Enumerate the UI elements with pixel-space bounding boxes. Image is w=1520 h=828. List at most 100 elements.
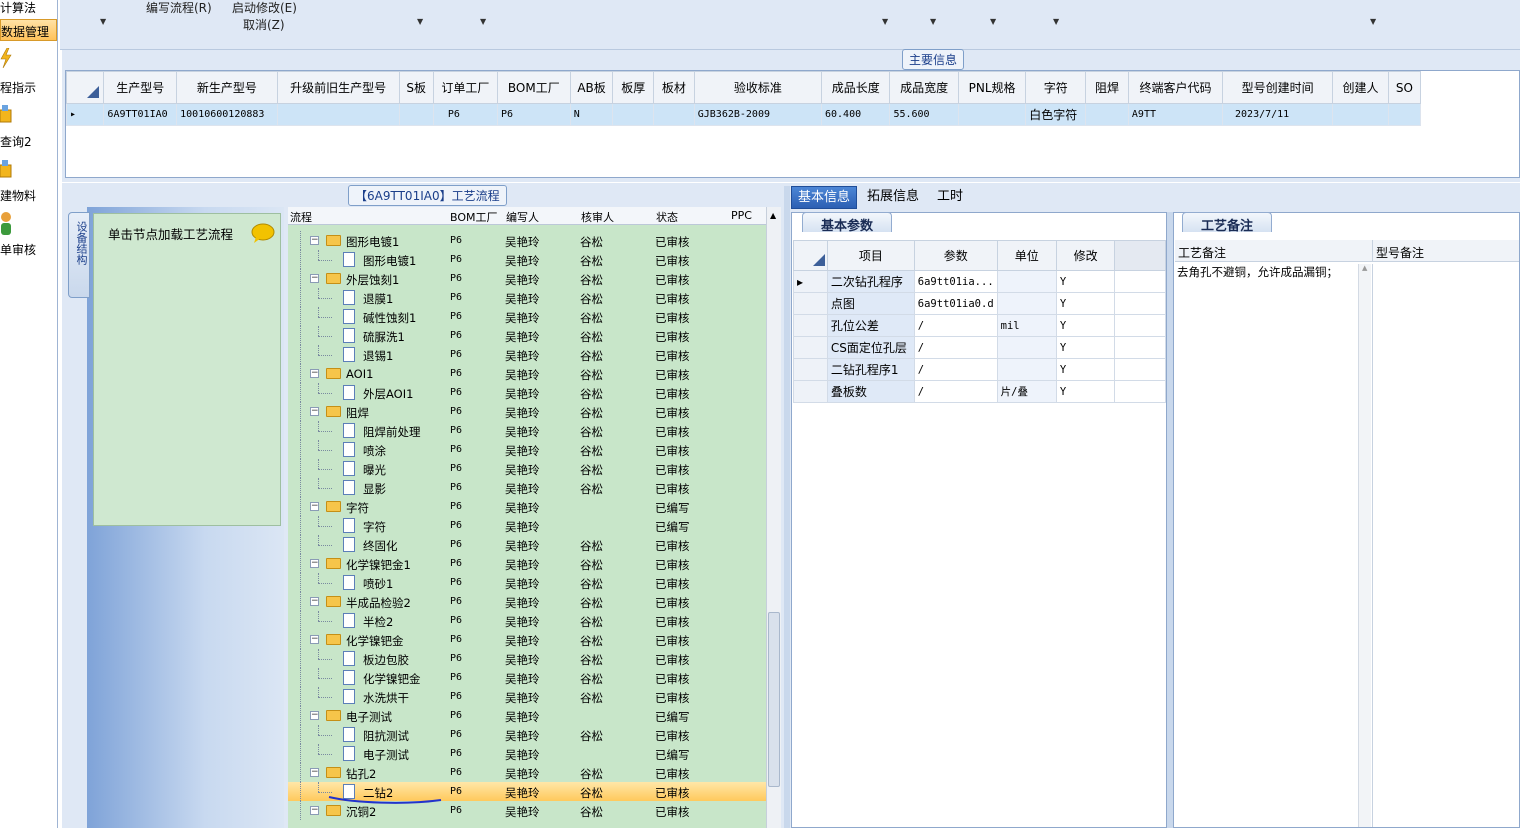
col-header[interactable]: 阻焊 <box>1085 71 1129 104</box>
col-header[interactable]: 修改 <box>1055 240 1116 271</box>
tree-row[interactable]: 喷砂1 P6 吴艳玲 谷松 已审核 <box>288 573 766 592</box>
param-item[interactable]: 点图 <box>826 292 915 315</box>
table-row[interactable]: CS面定位孔层 / Y <box>793 336 1166 359</box>
tree-row[interactable]: 阻焊前处理 P6 吴艳玲 谷松 已审核 <box>288 421 766 440</box>
chevron-down-icon[interactable]: ▼ <box>1053 17 1059 26</box>
tab-device-structure[interactable]: 设备结构 <box>68 212 90 298</box>
param-unit[interactable] <box>996 292 1057 315</box>
col-header[interactable]: BOM工厂 <box>496 71 571 104</box>
tree-row[interactable]: − 外层蚀刻1 P6 吴艳玲 谷松 已审核 <box>288 269 766 288</box>
chevron-down-icon[interactable]: ▼ <box>480 17 486 26</box>
table-row[interactable]: 点图 6a9tt01ia0.d Y <box>793 292 1166 315</box>
tree-row[interactable]: − 半成品检验2 P6 吴艳玲 谷松 已审核 <box>288 592 766 611</box>
collapse-toggle-icon[interactable]: − <box>310 369 319 378</box>
collapse-toggle-icon[interactable]: − <box>310 806 319 815</box>
param-item[interactable]: 孔位公差 <box>826 314 915 337</box>
tree-row[interactable]: 板边包胶 P6 吴艳玲 谷松 已审核 <box>288 649 766 668</box>
tree-row[interactable]: 电子测试 P6 吴艳玲 已编写 <box>288 744 766 763</box>
cell[interactable] <box>653 103 695 126</box>
cancel-button[interactable]: 取消(Z) <box>243 16 285 33</box>
tree-row[interactable]: 显影 P6 吴艳玲 谷松 已审核 <box>288 478 766 497</box>
col-header[interactable]: 参数 <box>913 240 998 271</box>
chevron-down-icon[interactable]: ▼ <box>930 17 936 26</box>
tree-row[interactable]: − AOI1 P6 吴艳玲 谷松 已审核 <box>288 364 766 383</box>
param-value[interactable]: / <box>913 314 998 337</box>
start-modify-button[interactable]: 启动修改(E) <box>232 0 297 16</box>
cell[interactable]: 55.600 <box>889 103 959 126</box>
col-header[interactable]: 型号创建时间 <box>1222 71 1334 104</box>
col-header[interactable]: 成品宽度 <box>889 71 959 104</box>
param-modify[interactable]: Y <box>1055 358 1116 381</box>
col-header[interactable]: 字符 <box>1025 71 1087 104</box>
collapse-toggle-icon[interactable]: − <box>310 711 319 720</box>
tree-row[interactable]: 喷涂 P6 吴艳玲 谷松 已审核 <box>288 440 766 459</box>
param-value[interactable]: 6a9tt01ia0.d <box>913 292 998 315</box>
collapse-toggle-icon[interactable]: − <box>310 274 319 283</box>
scroll-up-icon[interactable]: ▲ <box>770 211 776 220</box>
tree-row[interactable]: 字符 P6 吴艳玲 已编写 <box>288 516 766 535</box>
tree-row[interactable]: 外层AOI1 P6 吴艳玲 谷松 已审核 <box>288 383 766 402</box>
table-row[interactable]: ▸ 6A9TT01IA0 10010600120883 P6 P6 N GJB3… <box>65 103 1422 126</box>
tree-row[interactable]: − 字符 P6 吴艳玲 已编写 <box>288 497 766 516</box>
process-note-text[interactable]: 去角孔不避铜，允许成品漏铜； <box>1177 264 1338 280</box>
param-item[interactable]: 二钻孔程序1 <box>826 358 915 381</box>
col-header[interactable]: 流程 <box>290 209 312 225</box>
col-header[interactable]: 板厚 <box>612 71 655 104</box>
tree-row[interactable]: 半检2 P6 吴艳玲 谷松 已审核 <box>288 611 766 630</box>
chevron-down-icon[interactable]: ▼ <box>1370 17 1376 26</box>
nav-item-order-review[interactable]: 单审核 <box>0 241 36 258</box>
col-header[interactable]: 成品长度 <box>820 71 891 104</box>
collapse-toggle-icon[interactable]: − <box>310 635 319 644</box>
cell[interactable] <box>957 103 1027 126</box>
col-header[interactable]: 订单工厂 <box>432 71 498 104</box>
col-header[interactable]: 升级前旧生产型号 <box>276 71 400 104</box>
tab-extended-info[interactable]: 拓展信息 <box>861 186 925 209</box>
nav-item-query2[interactable]: 查询2 <box>0 133 32 150</box>
param-value[interactable]: / <box>913 380 998 403</box>
tree-scrollbar[interactable]: ▲ <box>766 207 781 828</box>
nav-item-data-management[interactable]: 数据管理 <box>0 19 57 41</box>
tree-row[interactable]: − 化学镍钯金1 P6 吴艳玲 谷松 已审核 <box>288 554 766 573</box>
scroll-up-icon[interactable]: ▲ <box>1359 264 1371 272</box>
tree-row[interactable]: 曝光 P6 吴艳玲 谷松 已审核 <box>288 459 766 478</box>
tree-row[interactable]: 退锡1 P6 吴艳玲 谷松 已审核 <box>288 345 766 364</box>
cell[interactable] <box>1332 103 1389 126</box>
cell[interactable]: A9TT <box>1127 103 1224 126</box>
nav-item-calc[interactable]: 计算法 <box>0 0 36 16</box>
cell[interactable]: 白色字符 <box>1025 103 1087 126</box>
param-item[interactable]: 二次钻孔程序 <box>826 270 915 293</box>
chevron-down-icon[interactable]: ▼ <box>100 17 106 26</box>
col-header[interactable]: PNL规格 <box>957 71 1027 104</box>
chevron-down-icon[interactable]: ▼ <box>882 17 888 26</box>
chevron-down-icon[interactable]: ▼ <box>990 17 996 26</box>
param-unit[interactable] <box>996 336 1057 359</box>
param-unit[interactable]: 片/叠 <box>996 380 1057 403</box>
param-modify[interactable]: Y <box>1055 336 1116 359</box>
param-unit[interactable] <box>996 270 1057 293</box>
cell[interactable]: 2023/7/11 <box>1222 103 1334 126</box>
tree-row[interactable]: − 钻孔2 P6 吴艳玲 谷松 已审核 <box>288 763 766 782</box>
col-header[interactable]: 项目 <box>826 240 915 271</box>
cell[interactable]: P6 <box>496 103 571 126</box>
collapse-toggle-icon[interactable]: − <box>310 597 319 606</box>
tree-row[interactable]: 图形电镀1 P6 吴艳玲 谷松 已审核 <box>288 250 766 269</box>
tree-row[interactable]: 化学镍钯金 P6 吴艳玲 谷松 已审核 <box>288 668 766 687</box>
collapse-toggle-icon[interactable]: − <box>310 407 319 416</box>
table-row[interactable]: 叠板数 / 片/叠 Y <box>793 380 1166 403</box>
col-header[interactable]: AB板 <box>569 71 614 104</box>
tree-row[interactable]: − 图形电镀1 P6 吴艳玲 谷松 已审核 <box>288 231 766 250</box>
param-unit[interactable]: mil <box>996 314 1057 337</box>
cell[interactable]: 60.400 <box>820 103 891 126</box>
cell[interactable] <box>612 103 655 126</box>
nav-item-process-instruction[interactable]: 程指示 <box>0 79 36 96</box>
table-row[interactable]: ▸ 二次钻孔程序 6a9tt01ia... Y <box>793 270 1166 293</box>
param-modify[interactable]: Y <box>1055 314 1116 337</box>
tree-row[interactable]: 碱性蚀刻1 P6 吴艳玲 谷松 已审核 <box>288 307 766 326</box>
param-item[interactable]: CS面定位孔层 <box>826 336 915 359</box>
table-row[interactable]: 孔位公差 / mil Y <box>793 314 1166 337</box>
col-header[interactable]: 创建人 <box>1332 71 1389 104</box>
notes-scrollbar[interactable]: ▲ <box>1358 264 1371 827</box>
cell[interactable] <box>1085 103 1129 126</box>
chevron-down-icon[interactable]: ▼ <box>417 17 423 26</box>
param-item[interactable]: 叠板数 <box>826 380 915 403</box>
